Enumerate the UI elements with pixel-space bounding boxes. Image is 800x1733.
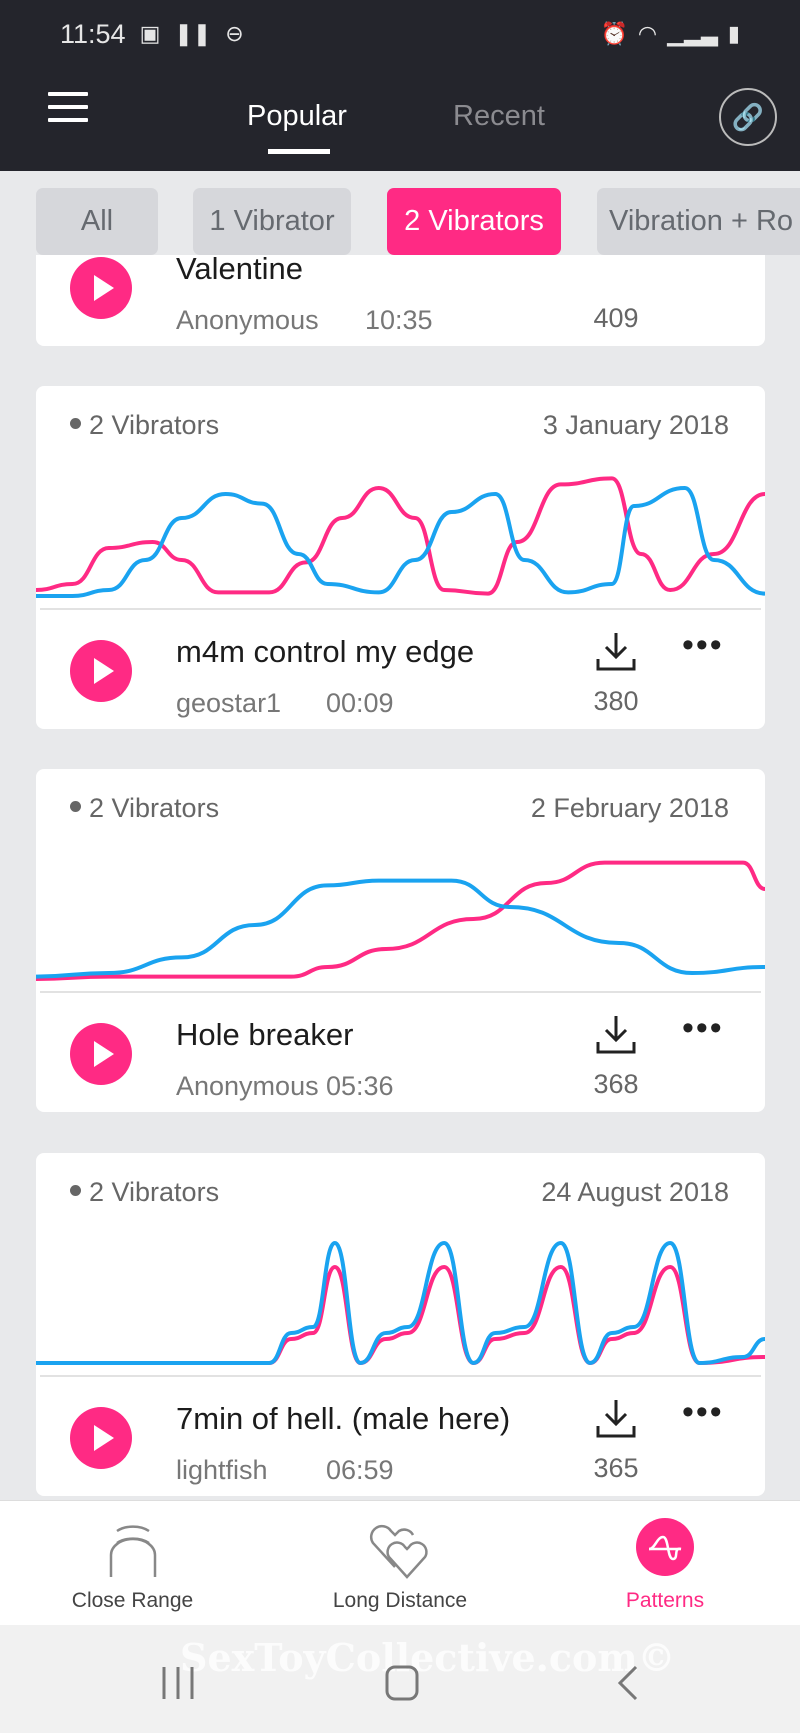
pattern-duration: 10:35 — [365, 305, 433, 335]
pattern-title: Valentine — [176, 251, 303, 286]
pattern-author: geostar1 — [176, 688, 282, 718]
hamburger-icon[interactable] — [48, 92, 88, 126]
tab-recent[interactable]: Recent — [453, 100, 545, 133]
link-icon[interactable]: 🔗 — [719, 88, 777, 146]
filter-chips: All 1 Vibrator 2 Vibrators Vibration + R… — [0, 171, 800, 255]
pattern-type: 2 Vibrators — [70, 793, 219, 824]
bottom-nav: Close Range Long Distance Patterns — [0, 1500, 800, 1625]
play-button[interactable] — [70, 257, 132, 319]
download-count: 365 — [593, 1453, 639, 1483]
filter-1-vibrator[interactable]: 1 Vibrator — [193, 188, 351, 255]
signal-icon: ▁▂▃ — [667, 21, 718, 46]
tab-popular[interactable]: Popular — [247, 100, 347, 133]
divider — [40, 1375, 761, 1377]
pattern-date: 24 August 2018 — [541, 1177, 729, 1207]
vibrator-1-line — [36, 1264, 765, 1366]
nav-patterns[interactable]: Patterns — [600, 1501, 730, 1626]
more-options-icon[interactable]: ••• — [682, 1009, 724, 1048]
nav-close-range[interactable]: Close Range — [60, 1501, 205, 1626]
dnd-icon: ⊖ — [225, 21, 244, 46]
play-button[interactable] — [70, 1407, 132, 1469]
more-options-icon[interactable]: ••• — [682, 1393, 724, 1432]
hearts-icon — [369, 1524, 428, 1579]
back-icon[interactable] — [614, 1665, 644, 1701]
pattern-author: lightfish — [176, 1455, 268, 1485]
pattern-date: 2 February 2018 — [530, 793, 729, 823]
play-button[interactable] — [70, 640, 132, 702]
pattern-date: 3 January 2018 — [542, 410, 729, 440]
nav-label: Patterns — [625, 1589, 705, 1612]
more-options-icon[interactable]: ••• — [682, 626, 724, 665]
nav-label: Close Range — [71, 1589, 194, 1612]
pattern-type: 2 Vibrators — [70, 410, 219, 441]
pattern-duration: 05:36 — [326, 1071, 394, 1101]
pattern-type: 2 Vibrators — [70, 1177, 219, 1208]
alarm-icon: ⏰ — [600, 21, 628, 46]
system-nav-bar: SexToyCollective.com© — [0, 1625, 800, 1733]
wifi-icon: ◠ — [637, 21, 658, 46]
close-range-icon — [109, 1525, 156, 1577]
pattern-card[interactable]: 2 Vibrators 3 January 2018 m4m control m… — [36, 386, 765, 729]
filter-all[interactable]: All — [36, 188, 158, 255]
pattern-card[interactable]: 2 Vibrators 24 August 2018 7min of hell.… — [36, 1153, 765, 1496]
download-icon[interactable] — [594, 1396, 638, 1440]
pattern-author: Anonymous — [176, 305, 319, 335]
pattern-title: 7min of hell. (male here) — [176, 1401, 511, 1436]
play-button[interactable] — [70, 1023, 132, 1085]
divider — [40, 608, 761, 610]
filter-vibration-rotation[interactable]: Vibration + Ro — [597, 188, 800, 255]
pattern-chart — [36, 860, 765, 981]
watermark: SexToyCollective.com© — [180, 1635, 676, 1680]
pattern-title: Hole breaker — [176, 1017, 354, 1052]
download-icon[interactable] — [594, 1012, 638, 1056]
pattern-title: m4m control my edge — [176, 634, 475, 669]
nav-label: Long Distance — [332, 1589, 468, 1612]
nav-long-distance[interactable]: Long Distance — [320, 1501, 480, 1626]
download-count: 380 — [593, 686, 639, 716]
active-tab-indicator — [268, 149, 330, 154]
pattern-duration: 00:09 — [326, 688, 394, 718]
vibrator-1-line — [36, 476, 765, 596]
pattern-chart — [36, 1240, 765, 1366]
pattern-chart — [36, 476, 765, 598]
battery-icon: ▮ — [727, 21, 740, 46]
home-icon[interactable] — [384, 1665, 420, 1701]
download-icon[interactable] — [594, 629, 638, 673]
app-header: 11:54 ▣ ❚❚ ⊖ ⏰ ◠ ▁▂▃ ▮ Popular Recent 🔗 — [0, 0, 800, 171]
download-count: 409 — [593, 303, 639, 333]
pattern-duration: 06:59 — [326, 1455, 394, 1485]
filter-2-vibrators[interactable]: 2 Vibrators — [387, 188, 561, 255]
status-time: 11:54 — [60, 18, 126, 49]
pattern-card[interactable]: 2 Vibrators 2 February 2018 Hole breaker… — [36, 769, 765, 1112]
pause-icon: ❚❚ — [174, 21, 212, 46]
download-count: 368 — [593, 1069, 639, 1099]
pattern-author: Anonymous — [176, 1071, 319, 1101]
vibrator-2-line — [36, 878, 765, 979]
vibrator-2-line — [36, 1240, 765, 1366]
status-bar: 11:54 ▣ ❚❚ ⊖ ⏰ ◠ ▁▂▃ ▮ — [60, 16, 740, 52]
divider — [40, 991, 761, 993]
patterns-icon — [636, 1518, 694, 1576]
image-icon: ▣ — [139, 21, 161, 46]
recents-icon[interactable] — [160, 1665, 196, 1701]
